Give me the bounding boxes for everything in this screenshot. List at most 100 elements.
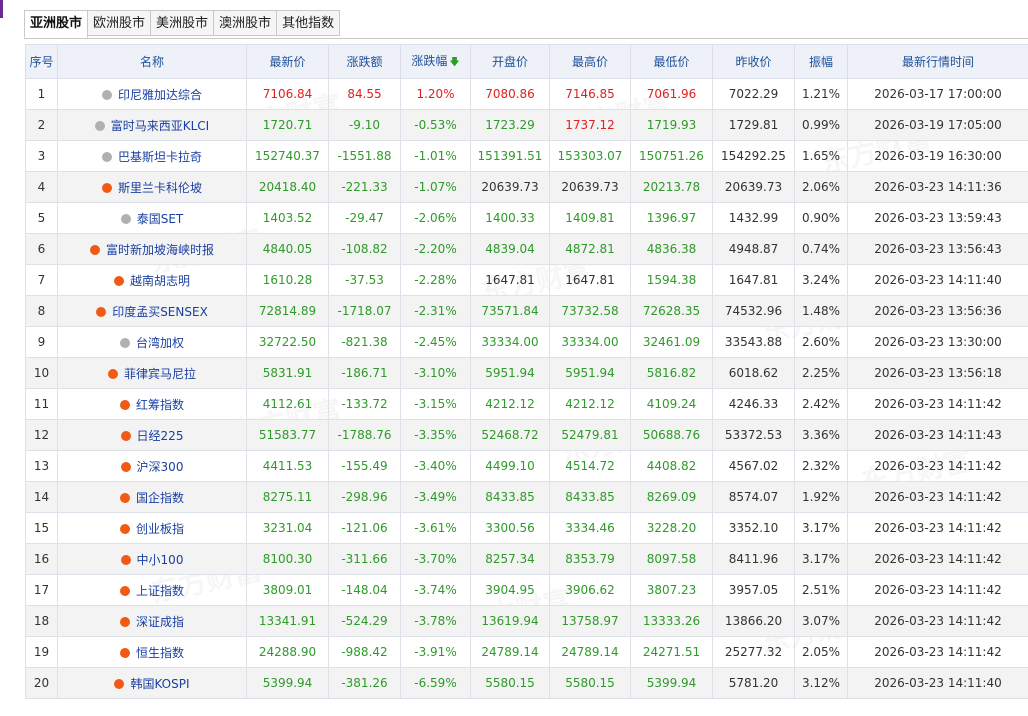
name-cell: 印度孟买SENSEX <box>57 295 247 327</box>
market-open-status-icon <box>119 585 130 596</box>
col-header-name[interactable]: 名称 <box>57 44 247 79</box>
table-row[interactable]: 13 沪深300 4411.53 -155.49 -3.40% 4499.10 4514.7… <box>25 450 1028 482</box>
high-cell: 73732.58 <box>549 295 631 327</box>
index-name-link[interactable]: 上证指数 <box>136 584 184 598</box>
change-pct-cell: -3.40% <box>400 450 471 482</box>
time-cell: 2026-03-19 16:30:00 <box>847 140 1028 172</box>
high-cell: 1409.81 <box>549 202 631 234</box>
change-cell: 84.55 <box>328 78 401 110</box>
index-name-link[interactable]: 斯里兰卡科伦坡 <box>118 181 202 195</box>
table-row[interactable]: 2 富时马来西亚KLCI 1720.71 -9.10 -0.53% 1723.29 1737… <box>25 109 1028 141</box>
row-number-cell: 17 <box>25 574 58 606</box>
change-pct-cell: -3.35% <box>400 419 471 451</box>
index-name-link[interactable]: 印尼雅加达综合 <box>118 88 202 102</box>
time-cell: 2026-03-23 13:56:18 <box>847 357 1028 389</box>
time-cell: 2026-03-23 14:11:42 <box>847 636 1028 668</box>
change-pct-cell: -3.49% <box>400 481 471 513</box>
index-name-link[interactable]: 巴基斯坦卡拉奇 <box>118 150 202 164</box>
index-name-link[interactable]: 韩国KOSPI <box>130 677 189 691</box>
table-row[interactable]: 16 中小100 8100.30 -311.66 -3.70% 8257.34 8353.7… <box>25 543 1028 575</box>
tab-australia[interactable]: 澳洲股市 <box>213 10 278 36</box>
open-cell: 5951.94 <box>470 357 550 389</box>
open-cell: 33334.00 <box>470 326 550 358</box>
index-name-link[interactable]: 红筹指数 <box>136 398 184 412</box>
prev-close-cell: 1647.81 <box>712 264 795 296</box>
index-name-link[interactable]: 沪深300 <box>137 460 184 474</box>
table-row[interactable]: 1 印尼雅加达综合 7106.84 84.55 1.20% 7080.86 7146.85 7… <box>25 78 1028 110</box>
price-cell: 3809.01 <box>246 574 329 606</box>
row-number-cell: 3 <box>25 140 58 172</box>
row-number-cell: 5 <box>25 202 58 234</box>
price-cell: 4840.05 <box>246 233 329 265</box>
col-header-price[interactable]: 最新价 <box>246 44 329 79</box>
col-header-change-pct[interactable]: 涨跌幅 🡇 <box>400 44 471 79</box>
index-name-link[interactable]: 创业板指 <box>136 522 184 536</box>
tab-other-indices[interactable]: 其他指数 <box>276 10 341 36</box>
price-cell: 1610.28 <box>246 264 329 296</box>
table-row[interactable]: 4 斯里兰卡科伦坡 20418.40 -221.33 -1.07% 20639.73 206… <box>25 171 1028 203</box>
table-row[interactable]: 10 菲律宾马尼拉 5831.91 -186.71 -3.10% 5951.94 5951.… <box>25 357 1028 389</box>
index-name-link[interactable]: 越南胡志明 <box>130 274 190 288</box>
table-row[interactable]: 6 富时新加坡海峡时报 4840.05 -108.82 -2.20% 4839.04 487… <box>25 233 1028 265</box>
time-cell: 2026-03-23 14:11:42 <box>847 388 1028 420</box>
tab-europe[interactable]: 欧洲股市 <box>87 10 152 36</box>
name-cell: 创业板指 <box>57 512 247 544</box>
table-row[interactable]: 17 上证指数 3809.01 -148.04 -3.74% 3904.95 3906.62… <box>25 574 1028 606</box>
change-pct-cell: -1.01% <box>400 140 471 172</box>
time-cell: 2026-03-23 14:11:42 <box>847 543 1028 575</box>
change-cell: -821.38 <box>328 326 401 358</box>
index-name-link[interactable]: 泰国SET <box>137 212 184 226</box>
col-header-no[interactable]: 序号 <box>25 44 58 79</box>
prev-close-cell: 74532.96 <box>712 295 795 327</box>
price-cell: 8275.11 <box>246 481 329 513</box>
index-name-link[interactable]: 恒生指数 <box>136 646 184 660</box>
amplitude-cell: 0.90% <box>794 202 848 234</box>
prev-close-cell: 8411.96 <box>712 543 795 575</box>
index-name-link[interactable]: 富时马来西亚KLCI <box>111 119 209 133</box>
high-cell: 3334.46 <box>549 512 631 544</box>
row-number-cell: 6 <box>25 233 58 265</box>
table-row[interactable]: 20 韩国KOSPI 5399.94 -381.26 -6.59% 5580.15 5580… <box>25 667 1028 699</box>
col-header-low[interactable]: 最低价 <box>630 44 713 79</box>
prev-close-cell: 4948.87 <box>712 233 795 265</box>
amplitude-cell: 2.32% <box>794 450 848 482</box>
market-open-status-icon <box>96 306 107 317</box>
col-header-change[interactable]: 涨跌额 <box>328 44 401 79</box>
col-header-high[interactable]: 最高价 <box>549 44 631 79</box>
name-cell: 恒生指数 <box>57 636 247 668</box>
change-pct-cell: -1.07% <box>400 171 471 203</box>
col-header-time[interactable]: 最新行情时间 <box>847 44 1028 79</box>
change-pct-cell: -3.70% <box>400 543 471 575</box>
table-row[interactable]: 18 深证成指 13341.91 -524.29 -3.78% 13619.94 13758… <box>25 605 1028 637</box>
table-row[interactable]: 5 泰国SET 1403.52 -29.47 -2.06% 1400.33 1409.81 1… <box>25 202 1028 234</box>
table-row[interactable]: 15 创业板指 3231.04 -121.06 -3.61% 3300.56 3334.46… <box>25 512 1028 544</box>
table-row[interactable]: 3 巴基斯坦卡拉奇 152740.37 -1551.88 -1.01% 151391.51… <box>25 140 1028 172</box>
index-name-link[interactable]: 印度孟买SENSEX <box>112 305 208 319</box>
row-number-cell: 16 <box>25 543 58 575</box>
market-open-status-icon <box>119 399 130 410</box>
table-row[interactable]: 12 日经225 51583.77 -1788.76 -3.35% 52468.72 524… <box>25 419 1028 451</box>
prev-close-cell: 3352.10 <box>712 512 795 544</box>
tab-america[interactable]: 美洲股市 <box>150 10 215 36</box>
index-name-link[interactable]: 富时新加坡海峡时报 <box>106 243 214 257</box>
time-cell: 2026-03-23 14:11:40 <box>847 667 1028 699</box>
table-row[interactable]: 9 台湾加权 32722.50 -821.38 -2.45% 33334.00 33334.… <box>25 326 1028 358</box>
table-row[interactable]: 8 印度孟买SENSEX 72814.89 -1718.07 -2.31% 73571.8… <box>25 295 1028 327</box>
low-cell: 24271.51 <box>630 636 713 668</box>
table-row[interactable]: 19 恒生指数 24288.90 -988.42 -3.91% 24789.14 24789… <box>25 636 1028 668</box>
index-name-link[interactable]: 深证成指 <box>136 615 184 629</box>
index-name-link[interactable]: 中小100 <box>137 553 184 567</box>
col-header-open[interactable]: 开盘价 <box>470 44 550 79</box>
row-number-cell: 4 <box>25 171 58 203</box>
col-header-prev-close[interactable]: 昨收价 <box>712 44 795 79</box>
table-row[interactable]: 14 国企指数 8275.11 -298.96 -3.49% 8433.85 8433.85… <box>25 481 1028 513</box>
table-row[interactable]: 7 越南胡志明 1610.28 -37.53 -2.28% 1647.81 1647.81 1… <box>25 264 1028 296</box>
col-header-amplitude[interactable]: 振幅 <box>794 44 848 79</box>
index-name-link[interactable]: 台湾加权 <box>136 336 184 350</box>
table-row[interactable]: 11 红筹指数 4112.61 -133.72 -3.15% 4212.12 4212.12… <box>25 388 1028 420</box>
tab-asia[interactable]: 亚洲股市 <box>24 10 89 39</box>
index-name-link[interactable]: 菲律宾马尼拉 <box>124 367 196 381</box>
index-name-link[interactable]: 国企指数 <box>136 491 184 505</box>
prev-close-cell: 53372.53 <box>712 419 795 451</box>
index-name-link[interactable]: 日经225 <box>137 429 184 443</box>
